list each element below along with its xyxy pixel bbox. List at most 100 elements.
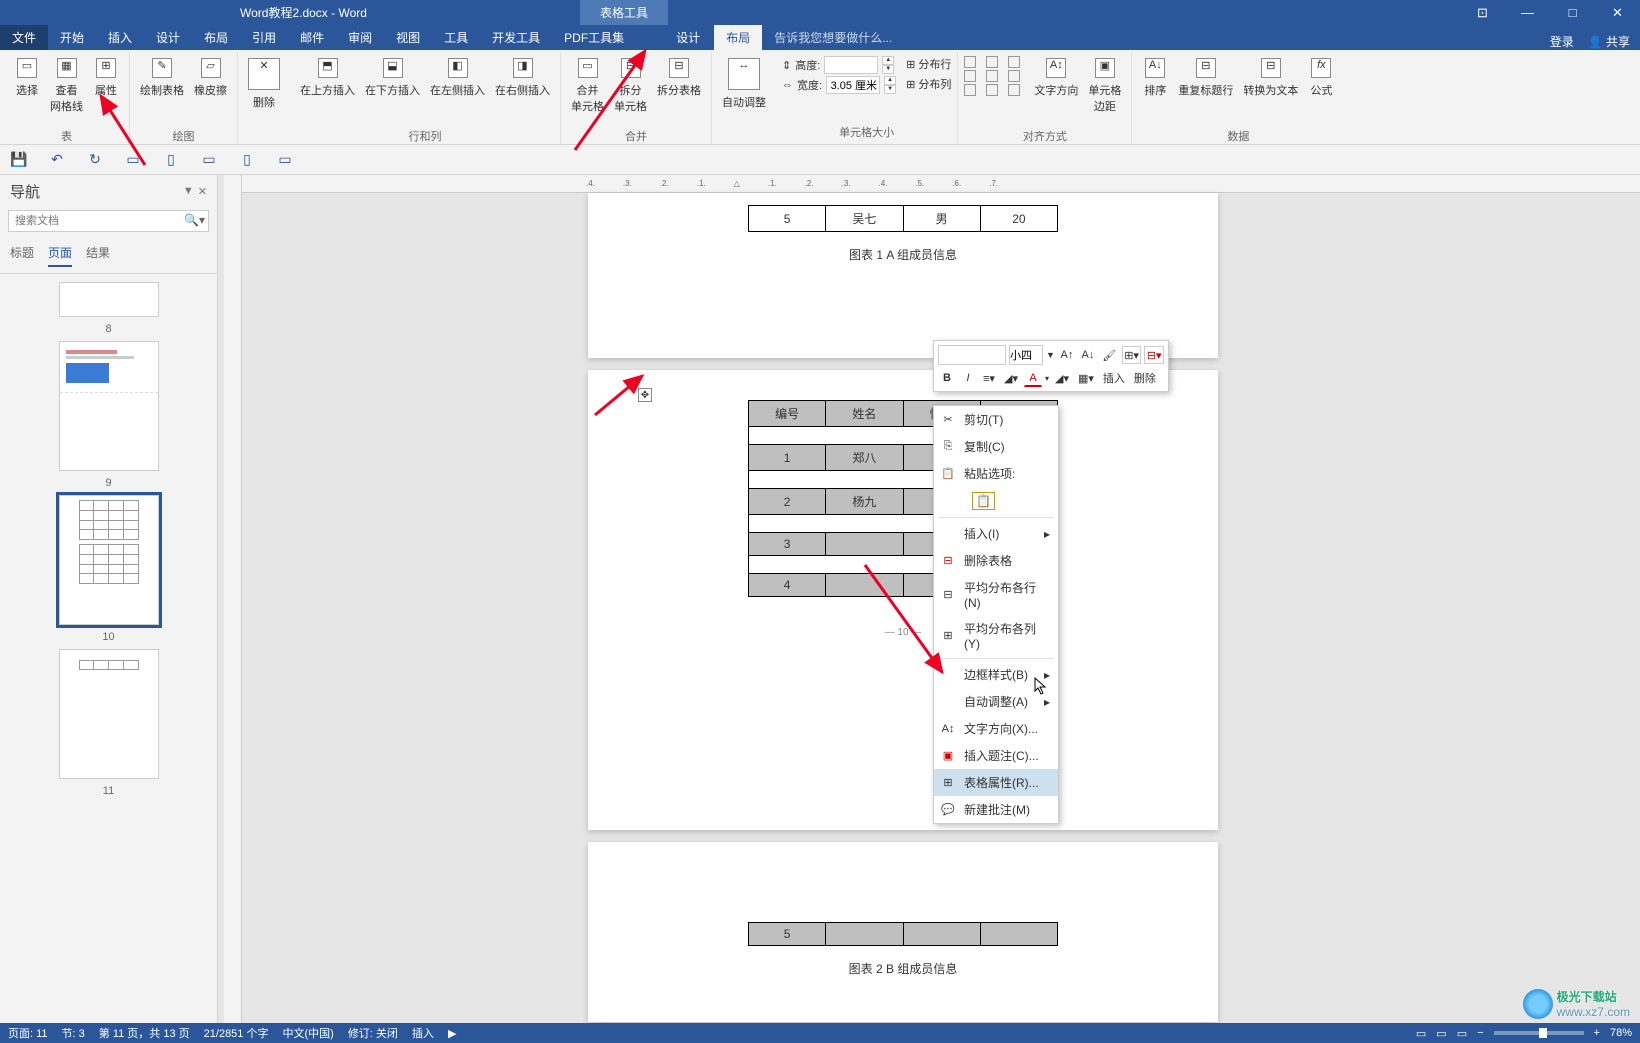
redo-icon[interactable]: ↻	[86, 151, 104, 169]
merge-cells-button[interactable]: ▭合并 单元格	[567, 56, 608, 126]
cm-table-properties[interactable]: ⊞表格属性(R)...	[934, 769, 1058, 796]
save-icon[interactable]: 💾	[10, 151, 28, 169]
page-thumbnail[interactable]	[59, 495, 159, 625]
zoom-in-icon[interactable]: +	[1594, 1027, 1600, 1039]
nav-close-icon[interactable]: ✕	[198, 185, 207, 198]
status-page[interactable]: 页面: 11	[8, 1025, 48, 1041]
search-input[interactable]	[8, 210, 209, 232]
height-input[interactable]	[824, 56, 878, 74]
page-thumbnail[interactable]	[59, 649, 159, 779]
tab-table-layout[interactable]: 布局	[714, 25, 762, 50]
alignment-grid[interactable]	[964, 56, 1028, 96]
qat-icon-2[interactable]: ▯	[162, 151, 180, 169]
cm-distribute-cols[interactable]: ⊞平均分布各列(Y)	[934, 615, 1058, 656]
status-language[interactable]: 中文(中国)	[282, 1025, 333, 1041]
qat-icon-4[interactable]: ▯	[238, 151, 256, 169]
search-icon[interactable]: 🔍▾	[184, 213, 205, 227]
distribute-rows-button[interactable]: ⊞ 分布行	[906, 56, 951, 72]
cell-margins-button[interactable]: ▣单元格 边距	[1084, 56, 1125, 126]
tab-mailings[interactable]: 邮件	[288, 25, 336, 50]
insert-right-button[interactable]: ◨在右侧插入	[491, 56, 554, 126]
status-insert-mode[interactable]: 插入	[412, 1025, 434, 1041]
select-button[interactable]: ▭选择	[10, 56, 44, 126]
tab-tools[interactable]: 工具	[432, 25, 480, 50]
vertical-ruler[interactable]	[224, 175, 242, 1023]
delete-table-icon[interactable]: ⊟▾	[1144, 346, 1164, 364]
text-direction-button[interactable]: A↕文字方向	[1030, 56, 1082, 126]
insert-left-button[interactable]: ◧在左侧插入	[426, 56, 489, 126]
repeat-header-button[interactable]: ⊟重复标题行	[1174, 56, 1237, 126]
close-button[interactable]: ✕	[1595, 0, 1640, 25]
font-size-select[interactable]	[1009, 345, 1043, 365]
width-spinner[interactable]: ▲▼	[884, 76, 896, 94]
document-area[interactable]: .4..3..2..1.△.1..2..3..4..5..6..7. 5吴七男2…	[218, 175, 1640, 1023]
font-color-icon[interactable]: A	[1024, 369, 1042, 387]
split-cells-button[interactable]: ⊟拆分 单元格	[610, 56, 651, 126]
height-spinner[interactable]: ▲▼	[882, 56, 894, 74]
table-c[interactable]: 5	[748, 922, 1058, 946]
tab-view[interactable]: 视图	[384, 25, 432, 50]
undo-icon[interactable]: ↶	[48, 151, 66, 169]
split-table-button[interactable]: ⊟拆分表格	[653, 56, 705, 126]
view-print-icon[interactable]: ▭	[1436, 1027, 1446, 1040]
cm-insert-caption[interactable]: ▣插入题注(C)...	[934, 742, 1058, 769]
grow-font-icon[interactable]: A↑	[1058, 346, 1076, 364]
cm-delete-table[interactable]: ⊟删除表格	[934, 547, 1058, 574]
cm-copy[interactable]: ⎘复制(C)	[934, 433, 1058, 460]
tab-review[interactable]: 审阅	[336, 25, 384, 50]
delete-button[interactable]: ✕删除	[244, 56, 284, 126]
cm-new-comment[interactable]: 💬新建批注(M)	[934, 796, 1058, 823]
zoom-out-icon[interactable]: −	[1477, 1027, 1483, 1039]
tell-me-search[interactable]: 告诉我您想要做什么...	[762, 25, 904, 50]
tab-file[interactable]: 文件	[0, 25, 48, 50]
cm-paste-default[interactable]: 📋	[934, 487, 1058, 515]
view-gridlines-button[interactable]: ▦查看 网格线	[46, 56, 87, 126]
cm-distribute-rows[interactable]: ⊟平均分布各行(N)	[934, 574, 1058, 615]
align-icon[interactable]: ≡▾	[980, 369, 998, 387]
status-word-count[interactable]: 21/2851 个字	[204, 1025, 269, 1041]
draw-table-button[interactable]: ✎绘制表格	[136, 56, 188, 126]
tab-pdfkit[interactable]: PDF工具集	[552, 25, 636, 50]
eraser-button[interactable]: ▱橡皮擦	[190, 56, 231, 126]
properties-button[interactable]: ⊞属性	[89, 56, 123, 126]
ribbon-options-button[interactable]: ⊡	[1460, 0, 1505, 25]
tab-layout[interactable]: 布局	[192, 25, 240, 50]
table-a[interactable]: 5吴七男20	[748, 205, 1058, 232]
nav-tab-pages[interactable]: 页面	[48, 244, 72, 267]
status-section[interactable]: 节: 3	[62, 1025, 85, 1041]
cm-text-direction[interactable]: A↕文字方向(X)...	[934, 715, 1058, 742]
qat-icon-1[interactable]: ▭	[124, 151, 142, 169]
tab-references[interactable]: 引用	[240, 25, 288, 50]
cm-cut[interactable]: ✂剪切(T)	[934, 406, 1058, 433]
maximize-button[interactable]: □	[1550, 0, 1595, 25]
nav-tab-headings[interactable]: 标题	[10, 244, 34, 267]
qat-icon-5[interactable]: ▭	[276, 151, 294, 169]
status-macro-icon[interactable]: ▶	[448, 1027, 456, 1040]
tab-developer[interactable]: 开发工具	[480, 25, 552, 50]
login-link[interactable]: 登录	[1550, 33, 1574, 50]
tab-home[interactable]: 开始	[48, 25, 96, 50]
italic-icon[interactable]: I	[959, 369, 977, 387]
convert-text-button[interactable]: ⊟转换为文本	[1239, 56, 1302, 126]
cm-insert[interactable]: 插入(I)▸	[934, 520, 1058, 547]
width-input[interactable]	[826, 76, 880, 94]
bold-icon[interactable]: B	[938, 369, 956, 387]
zoom-value[interactable]: 78%	[1610, 1027, 1632, 1039]
delete-menu[interactable]: 删除	[1131, 369, 1159, 387]
status-track-changes[interactable]: 修订: 关闭	[348, 1025, 398, 1041]
insert-above-button[interactable]: ⬒在上方插入	[296, 56, 359, 126]
autofit-button[interactable]: ↔自动调整	[718, 56, 770, 126]
tab-insert[interactable]: 插入	[96, 25, 144, 50]
view-read-icon[interactable]: ▭	[1416, 1027, 1426, 1040]
format-painter-icon[interactable]: 🖌	[1100, 346, 1119, 364]
status-page-of[interactable]: 第 11 页，共 13 页	[99, 1025, 190, 1041]
sort-button[interactable]: A↓排序	[1138, 56, 1172, 126]
table-move-handle[interactable]: ✥	[638, 388, 652, 402]
insert-table-icon[interactable]: ⊞▾	[1122, 346, 1142, 364]
nav-tab-results[interactable]: 结果	[86, 244, 110, 267]
qat-icon-3[interactable]: ▭	[200, 151, 218, 169]
insert-menu[interactable]: 插入	[1100, 369, 1128, 387]
tab-design[interactable]: 设计	[144, 25, 192, 50]
view-web-icon[interactable]: ▭	[1457, 1027, 1467, 1040]
zoom-slider[interactable]	[1494, 1031, 1584, 1035]
